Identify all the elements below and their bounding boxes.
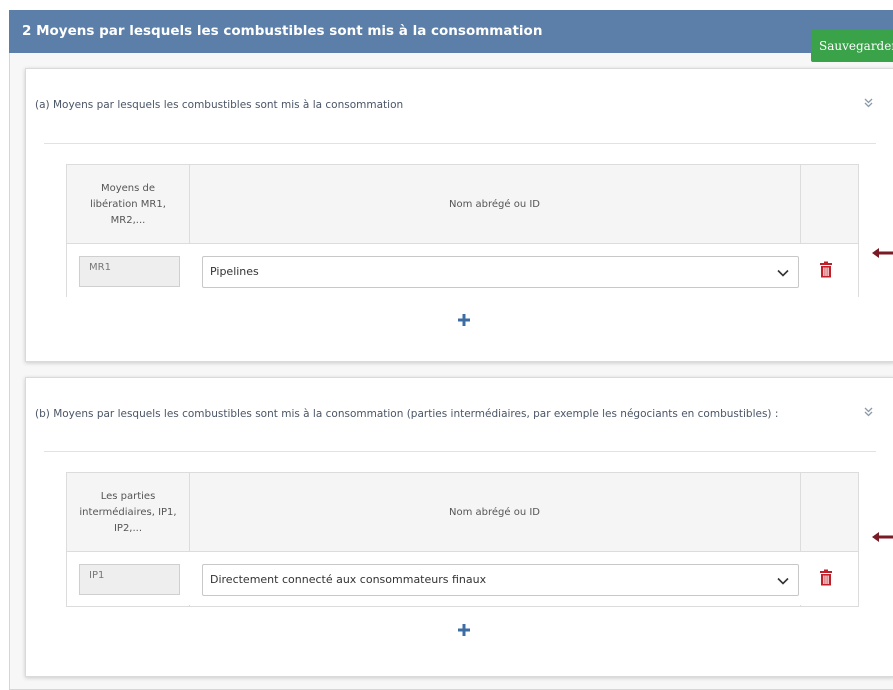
- save-button[interactable]: Sauvegarder: [811, 29, 893, 62]
- section-header: 2 Moyens par lesquels les combustibles s…: [9, 10, 893, 53]
- divider: [44, 143, 876, 144]
- subsection-b-panel: (b) Moyens par lesquels les combustibles…: [25, 377, 893, 677]
- name-select[interactable]: Pipelines: [202, 256, 799, 288]
- select-value: Directement connecté aux consommateurs f…: [210, 573, 487, 586]
- table-header: Les parties intermédiaires, IP1, IP2,...…: [67, 473, 858, 552]
- subsection-b-title: (b) Moyens par lesquels les combustibles…: [35, 408, 779, 420]
- table-row: MR1 Pipelines: [67, 244, 858, 297]
- trash-icon[interactable]: [819, 569, 833, 586]
- subsection-a-panel: (a) Moyens par lesquels les combustibles…: [25, 68, 893, 362]
- table-row: IP1 Directement connecté aux consommateu…: [67, 552, 858, 605]
- subsection-a-title: (a) Moyens par lesquels les combustibles…: [35, 99, 404, 111]
- double-chevron-down-icon[interactable]: [864, 407, 873, 420]
- column-header-id: Moyens de libération MR1, MR2,...: [90, 182, 166, 226]
- trash-icon[interactable]: [819, 261, 833, 278]
- add-row-plus-icon[interactable]: [457, 623, 471, 637]
- arrow-left-icon: [872, 532, 893, 542]
- table-header: Moyens de libération MR1, MR2,... Nom ab…: [67, 165, 858, 244]
- page-title: 2 Moyens par lesquels les combustibles s…: [22, 23, 543, 39]
- column-header-actions: [800, 473, 860, 552]
- select-value: Pipelines: [210, 265, 259, 278]
- chevron-down-icon: [777, 577, 789, 585]
- double-chevron-down-icon[interactable]: [864, 98, 873, 111]
- divider: [44, 451, 876, 452]
- name-select[interactable]: Directement connecté aux consommateurs f…: [202, 564, 799, 596]
- column-header-actions: [800, 165, 860, 244]
- arrow-left-icon: [872, 248, 893, 258]
- column-header-id: Les parties intermédiaires, IP1, IP2,...: [79, 490, 177, 534]
- intermediaries-table: Les parties intermédiaires, IP1, IP2,...…: [66, 472, 859, 607]
- row-id-field: IP1: [79, 564, 180, 595]
- release-means-table: Moyens de libération MR1, MR2,... Nom ab…: [66, 164, 859, 297]
- add-row-plus-icon[interactable]: [457, 313, 471, 327]
- row-id-field: MR1: [79, 256, 180, 287]
- column-header-name: Nom abrégé ou ID: [448, 506, 540, 518]
- column-header-name: Nom abrégé ou ID: [448, 198, 540, 210]
- chevron-down-icon: [777, 269, 789, 277]
